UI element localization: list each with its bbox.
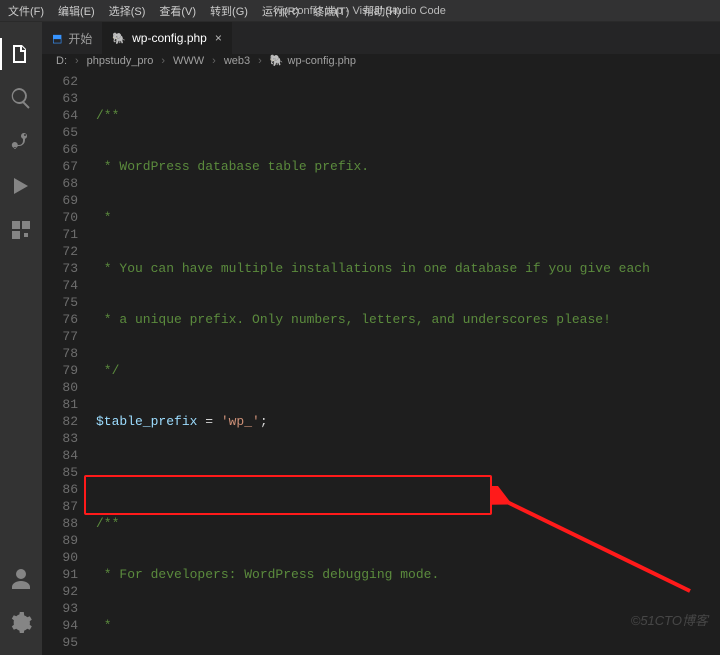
crumb-folder[interactable]: web3 xyxy=(224,55,250,67)
menu-select[interactable]: 选择(S) xyxy=(109,3,146,19)
crumb-folder[interactable]: phpstudy_pro xyxy=(87,55,154,67)
welcome-icon: ⬒ xyxy=(52,32,62,45)
extensions-icon[interactable] xyxy=(9,218,33,242)
tab-welcome[interactable]: ⬒ 开始 xyxy=(42,22,102,54)
crumb-drive[interactable]: D: xyxy=(56,55,67,67)
code-editor[interactable]: 6263646566676869707172737475767778798081… xyxy=(42,67,720,655)
php-file-icon: 🐘 xyxy=(112,32,126,45)
crumb-file[interactable]: wp-config.php xyxy=(288,55,357,67)
watermark: ©51CTO博客 xyxy=(631,610,708,629)
explorer-icon[interactable] xyxy=(9,42,33,66)
settings-gear-icon[interactable] xyxy=(9,611,33,635)
tab-wp-config[interactable]: 🐘 wp-config.php × xyxy=(102,22,231,54)
breadcrumb[interactable]: D:› phpstudy_pro› WWW› web3› 🐘 wp-config… xyxy=(42,54,720,67)
window-title: wp-config.php - Visual Studio Code xyxy=(274,5,446,17)
titlebar: 文件(F) 编辑(E) 选择(S) 查看(V) 转到(G) 运行(R) 终端(T… xyxy=(0,0,720,22)
close-icon[interactable]: × xyxy=(215,31,222,45)
menu-view[interactable]: 查看(V) xyxy=(159,3,196,19)
main-area: ⬒ 开始 🐘 wp-config.php × D:› phpstudy_pro›… xyxy=(0,22,720,633)
source-control-icon[interactable] xyxy=(9,130,33,154)
code-content[interactable]: /** * WordPress database table prefix. *… xyxy=(90,67,720,655)
line-number-gutter: 6263646566676869707172737475767778798081… xyxy=(42,67,90,655)
tab-bar: ⬒ 开始 🐘 wp-config.php × xyxy=(42,22,720,54)
menu-goto[interactable]: 转到(G) xyxy=(210,3,248,19)
menu-file[interactable]: 文件(F) xyxy=(8,3,44,19)
tab-label: 开始 xyxy=(68,30,92,47)
php-file-icon: 🐘 xyxy=(270,54,284,67)
activity-bar xyxy=(0,22,42,655)
annotation-highlight-box xyxy=(84,475,492,515)
tab-label: wp-config.php xyxy=(132,31,207,45)
crumb-folder[interactable]: WWW xyxy=(173,55,204,67)
editor-area: ⬒ 开始 🐘 wp-config.php × D:› phpstudy_pro›… xyxy=(42,22,720,633)
run-debug-icon[interactable] xyxy=(9,174,33,198)
account-icon[interactable] xyxy=(9,567,33,591)
search-icon[interactable] xyxy=(9,86,33,110)
menu-edit[interactable]: 编辑(E) xyxy=(58,3,95,19)
